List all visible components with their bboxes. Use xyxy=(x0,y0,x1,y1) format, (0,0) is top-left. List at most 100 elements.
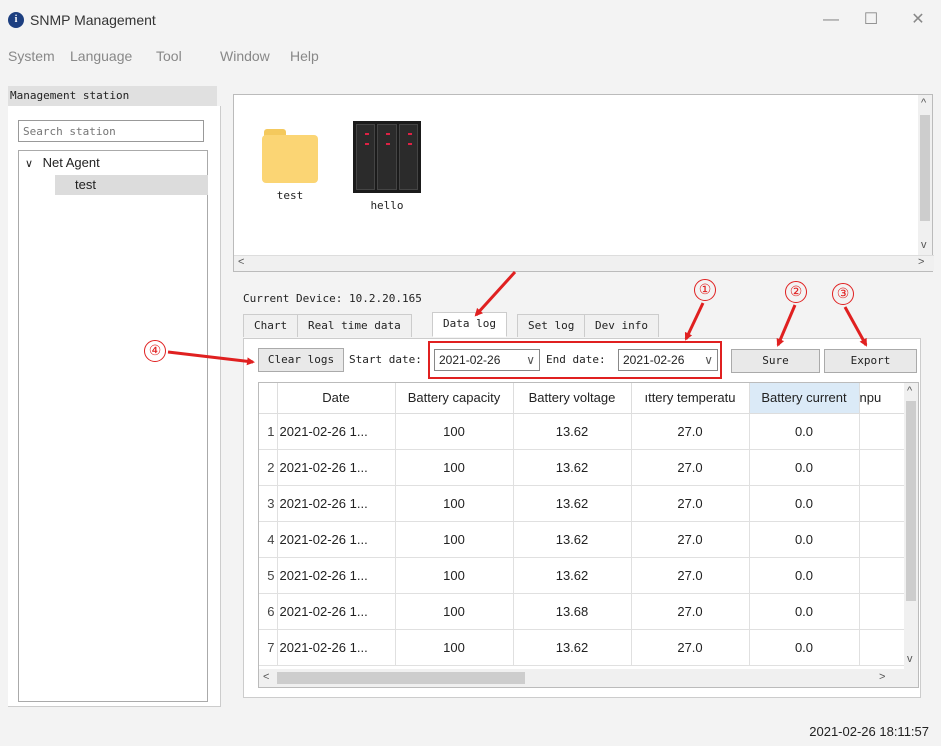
table-vertical-scrollbar[interactable]: ^ v xyxy=(904,383,918,671)
sidebar-bottom-border xyxy=(8,706,221,707)
scroll-thumb[interactable] xyxy=(920,115,930,221)
device-hello[interactable]: hello xyxy=(351,117,423,212)
scroll-thumb[interactable] xyxy=(277,672,525,684)
cell-battery-temperature[interactable]: 27.0 xyxy=(631,413,750,450)
scroll-right-icon[interactable]: > xyxy=(879,671,885,683)
search-station-input[interactable] xyxy=(18,120,204,142)
cell-battery-voltage[interactable]: 13.62 xyxy=(513,629,632,666)
menu-system[interactable]: System xyxy=(8,48,55,64)
cell-battery-voltage[interactable]: 13.62 xyxy=(513,485,632,522)
cell-input[interactable] xyxy=(859,557,907,594)
cell-battery-temperature[interactable]: 27.0 xyxy=(631,449,750,486)
cell-input[interactable] xyxy=(859,485,907,522)
cell-battery-current[interactable]: 0.0 xyxy=(749,521,860,558)
device-test[interactable]: test xyxy=(254,117,326,202)
cell-input[interactable] xyxy=(859,629,907,666)
tree-item-net-agent[interactable]: ∨ Net Agent xyxy=(25,155,100,170)
table-row[interactable]: 5 2021-02-26 1... 100 13.62 27.0 0.0 xyxy=(259,557,907,594)
scroll-left-icon[interactable]: < xyxy=(263,671,269,683)
tab-data-log[interactable]: Data log xyxy=(432,312,507,337)
scroll-right-icon[interactable]: > xyxy=(918,256,924,268)
tab-real-time-data[interactable]: Real time data xyxy=(297,314,412,337)
maximize-button[interactable]: ☐ xyxy=(856,8,886,32)
scroll-left-icon[interactable]: < xyxy=(238,256,244,268)
chevron-down-icon[interactable]: ∨ xyxy=(25,157,39,170)
table-row[interactable]: 3 2021-02-26 1... 100 13.62 27.0 0.0 xyxy=(259,485,907,522)
clear-logs-button[interactable]: Clear logs xyxy=(258,348,344,372)
column-header-input[interactable]: npu xyxy=(859,383,907,414)
menu-window[interactable]: Window xyxy=(220,48,270,64)
cell-battery-voltage[interactable]: 13.62 xyxy=(513,557,632,594)
export-button[interactable]: Export xyxy=(824,349,917,373)
cell-date[interactable]: 2021-02-26 1... xyxy=(277,593,396,630)
table-row[interactable]: 1 2021-02-26 1... 100 13.62 27.0 0.0 xyxy=(259,413,907,450)
minimize-button[interactable]: — xyxy=(816,8,846,32)
table-row[interactable]: 6 2021-02-26 1... 100 13.68 27.0 0.0 xyxy=(259,593,907,630)
cell-date[interactable]: 2021-02-26 1... xyxy=(277,449,396,486)
table-row[interactable]: 2 2021-02-26 1... 100 13.62 27.0 0.0 xyxy=(259,449,907,486)
cell-battery-current[interactable]: 0.0 xyxy=(749,449,860,486)
current-device-value: 10.2.20.165 xyxy=(348,292,422,305)
close-button[interactable]: ✕ xyxy=(903,8,933,32)
scroll-thumb[interactable] xyxy=(906,401,916,601)
tree-item-test[interactable]: test xyxy=(55,175,208,195)
cell-date[interactable]: 2021-02-26 1... xyxy=(277,557,396,594)
menu-language[interactable]: Language xyxy=(70,48,132,64)
cell-battery-current[interactable]: 0.0 xyxy=(749,557,860,594)
cell-battery-capacity[interactable]: 100 xyxy=(395,449,514,486)
table-horizontal-scrollbar[interactable]: < > xyxy=(259,669,918,687)
cell-date[interactable]: 2021-02-26 1... xyxy=(277,521,396,558)
cell-input[interactable] xyxy=(859,413,907,450)
tree-item-label: Net Agent xyxy=(42,155,100,170)
scroll-up-icon[interactable]: ^ xyxy=(907,385,912,397)
cell-battery-voltage[interactable]: 13.62 xyxy=(513,449,632,486)
tab-dev-info[interactable]: Dev info xyxy=(584,314,659,337)
cell-battery-capacity[interactable]: 100 xyxy=(395,629,514,666)
cell-battery-temperature[interactable]: 27.0 xyxy=(631,485,750,522)
window-title: SNMP Management xyxy=(30,12,156,28)
cell-battery-voltage[interactable]: 13.62 xyxy=(513,521,632,558)
cell-battery-current[interactable]: 0.0 xyxy=(749,629,860,666)
annotation-marker-4: ④ xyxy=(144,340,166,362)
tab-set-log[interactable]: Set log xyxy=(517,314,586,337)
table-row[interactable]: 4 2021-02-26 1... 100 13.62 27.0 0.0 xyxy=(259,521,907,558)
column-header-date[interactable]: Date xyxy=(277,383,396,414)
scroll-down-icon[interactable]: v xyxy=(907,653,913,665)
table-row[interactable]: 7 2021-02-26 1... 100 13.62 27.0 0.0 xyxy=(259,629,907,666)
cell-battery-capacity[interactable]: 100 xyxy=(395,521,514,558)
scroll-down-icon[interactable]: v xyxy=(921,239,927,251)
cell-input[interactable] xyxy=(859,449,907,486)
cell-date[interactable]: 2021-02-26 1... xyxy=(277,629,396,666)
menu-help[interactable]: Help xyxy=(290,48,319,64)
device-horizontal-scrollbar[interactable]: < > xyxy=(234,255,934,271)
column-header-battery-temperature[interactable]: ıttery temperatu xyxy=(631,383,750,414)
cell-battery-capacity[interactable]: 100 xyxy=(395,557,514,594)
cell-battery-voltage[interactable]: 13.68 xyxy=(513,593,632,630)
cell-input[interactable] xyxy=(859,521,907,558)
cell-battery-current[interactable]: 0.0 xyxy=(749,593,860,630)
menu-tool[interactable]: Tool xyxy=(156,48,182,64)
cell-battery-voltage[interactable]: 13.62 xyxy=(513,413,632,450)
column-header-battery-current[interactable]: Battery current xyxy=(749,383,860,414)
cell-battery-capacity[interactable]: 100 xyxy=(395,413,514,450)
tab-chart[interactable]: Chart xyxy=(243,314,299,337)
cell-battery-temperature[interactable]: 27.0 xyxy=(631,521,750,558)
data-log-table: Date Battery capacity Battery voltage ıt… xyxy=(258,382,919,688)
device-vertical-scrollbar[interactable]: ^ v xyxy=(918,95,932,257)
cell-battery-capacity[interactable]: 100 xyxy=(395,485,514,522)
column-header-battery-voltage[interactable]: Battery voltage xyxy=(513,383,632,414)
cell-battery-temperature[interactable]: 27.0 xyxy=(631,593,750,630)
sure-button[interactable]: Sure xyxy=(731,349,820,373)
cell-date[interactable]: 2021-02-26 1... xyxy=(277,485,396,522)
cell-battery-current[interactable]: 0.0 xyxy=(749,485,860,522)
cell-battery-capacity[interactable]: 100 xyxy=(395,593,514,630)
cell-input[interactable] xyxy=(859,593,907,630)
column-header-battery-capacity[interactable]: Battery capacity xyxy=(395,383,514,414)
cell-battery-temperature[interactable]: 27.0 xyxy=(631,629,750,666)
scroll-up-icon[interactable]: ^ xyxy=(921,97,926,109)
tree-item-label: test xyxy=(75,177,96,192)
arrow-to-data-log-tab xyxy=(474,270,517,317)
cell-battery-temperature[interactable]: 27.0 xyxy=(631,557,750,594)
cell-battery-current[interactable]: 0.0 xyxy=(749,413,860,450)
cell-date[interactable]: 2021-02-26 1... xyxy=(277,413,396,450)
